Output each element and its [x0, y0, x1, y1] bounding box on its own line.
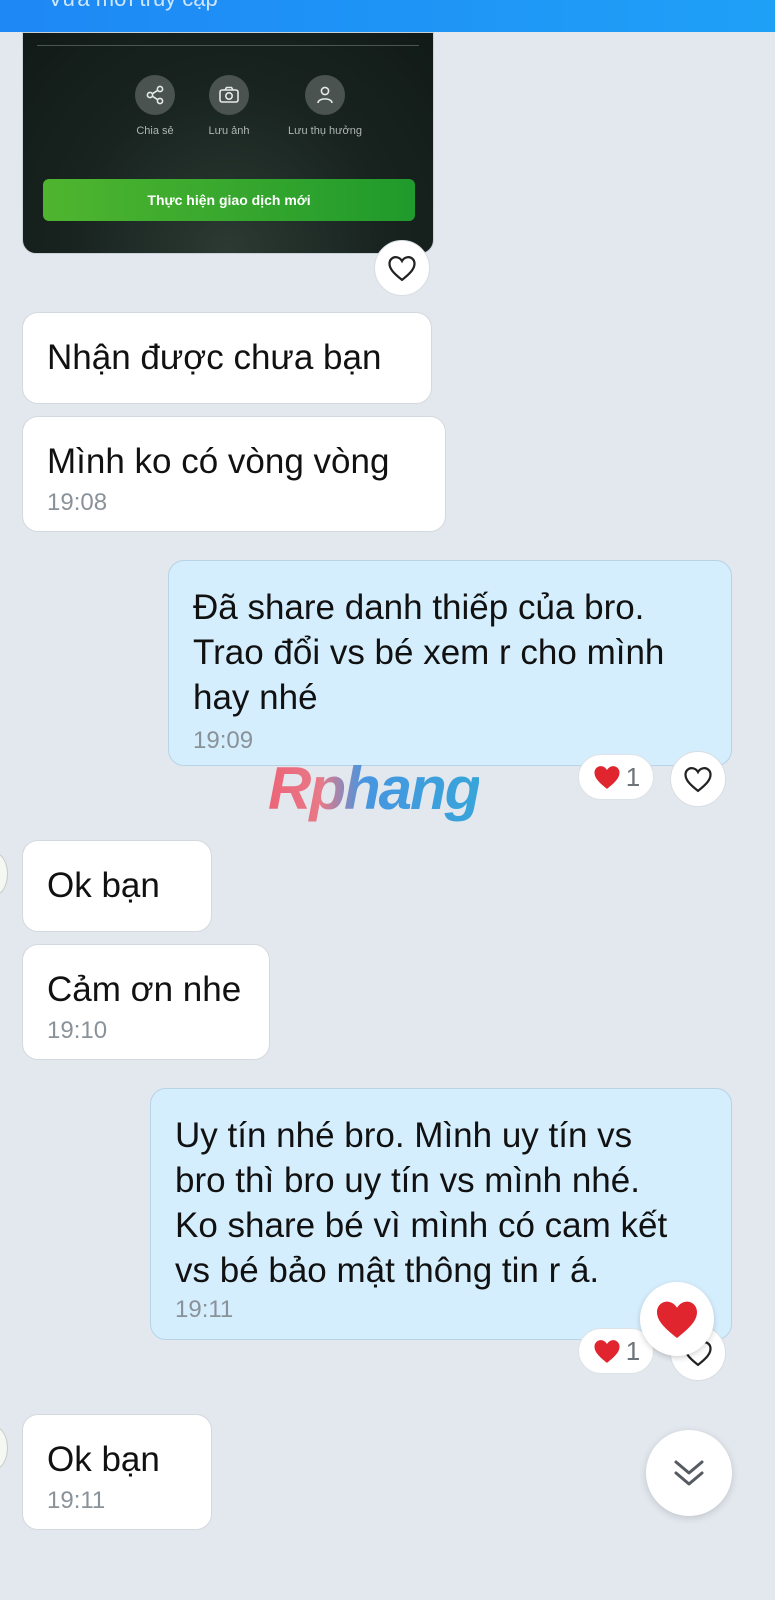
divider — [37, 45, 419, 46]
message-bubble-incoming[interactable]: Mình ko có vòng vòng 19:08 — [22, 416, 446, 532]
message-bubble-incoming[interactable]: Nhận được chưa bạn — [22, 312, 432, 404]
camera-icon — [209, 75, 249, 115]
save-beneficiary-action[interactable]: Lưu thụ hưởng — [280, 75, 370, 137]
message-time: 19:11 — [175, 1296, 234, 1323]
message-text: Cảm ơn nhe — [47, 970, 242, 1009]
transfer-receipt-image[interactable]: Chia sẻ Lưu ảnh Lưu thụ hưởng Thực hiện … — [22, 32, 434, 254]
message-text: Uy tín nhé bro. Mình uy tín vs bro thì b… — [175, 1116, 668, 1290]
message-text: Nhận được chưa bạn — [47, 338, 382, 377]
sender-avatar[interactable] — [0, 1426, 8, 1470]
reaction-count: 1 — [625, 1335, 641, 1366]
top-bar: Vừa mới truy cập — [0, 0, 775, 32]
message-time: 19:10 — [47, 1017, 108, 1044]
heart-outline-icon — [684, 766, 712, 793]
new-transaction-button[interactable]: Thực hiện giao dịch mới — [43, 179, 415, 221]
sender-avatar[interactable] — [0, 852, 8, 896]
message-time: 19:09 — [193, 727, 254, 754]
heart-outline-icon — [388, 255, 416, 282]
heart-filled-icon — [594, 1340, 620, 1363]
react-heart-button[interactable] — [374, 240, 430, 296]
save-image-label: Lưu ảnh — [208, 125, 250, 137]
save-beneficiary-label: Lưu thụ hưởng — [288, 125, 362, 137]
message-text: Đã share danh thiếp của bro. Trao đổi vs… — [193, 588, 665, 717]
message-text: Ok bạn — [47, 1440, 160, 1479]
message-bubble-incoming[interactable]: Cảm ơn nhe 19:10 — [22, 944, 270, 1060]
message-bubble-incoming[interactable]: Ok bạn — [22, 840, 212, 932]
double-chevron-down-icon — [674, 1460, 704, 1486]
reaction-count: 1 — [625, 761, 641, 792]
share-icon — [135, 75, 175, 115]
message-bubble-outgoing[interactable]: Đã share danh thiếp của bro. Trao đổi vs… — [168, 560, 732, 766]
message-text: Mình ko có vòng vòng — [47, 442, 390, 481]
react-heart-button[interactable] — [670, 751, 726, 807]
scroll-to-bottom-button[interactable] — [646, 1430, 732, 1516]
save-image-action[interactable]: Lưu ảnh — [184, 75, 274, 137]
message-time: 19:11 — [47, 1487, 106, 1514]
last-seen-status: Vừa mới truy cập — [48, 0, 218, 12]
heart-reaction-animation — [640, 1282, 714, 1356]
heart-filled-icon — [657, 1301, 697, 1338]
watermark-logo: Rphang — [268, 755, 481, 822]
heart-filled-icon — [594, 766, 620, 789]
message-text: Ok bạn — [47, 866, 160, 905]
message-bubble-incoming[interactable]: Ok bạn 19:11 — [22, 1414, 212, 1530]
person-icon — [305, 75, 345, 115]
reaction-count-badge[interactable]: 1 — [578, 754, 654, 800]
message-time: 19:08 — [47, 489, 108, 516]
